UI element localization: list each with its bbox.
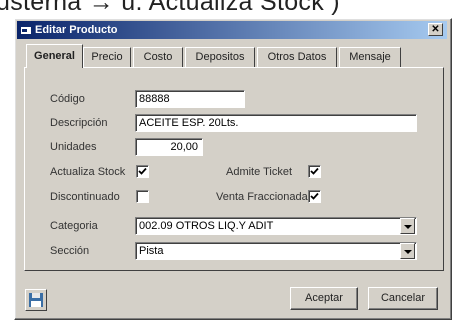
tab-label: Mensaje — [349, 51, 391, 63]
tab-general[interactable]: General — [26, 44, 83, 68]
seccion-select[interactable]: Pista — [135, 242, 417, 260]
chevron-down-icon[interactable] — [400, 243, 415, 259]
accept-button[interactable]: Aceptar — [290, 287, 358, 310]
tab-label: General — [34, 50, 75, 62]
checkmark-icon — [310, 192, 319, 200]
seccion-label: Sección — [50, 245, 90, 257]
unidades-field[interactable]: 20,00 — [135, 138, 203, 156]
seccion-value: Pista — [139, 245, 164, 257]
checkmark-icon — [310, 167, 319, 175]
discontinuado-label: Discontinuado — [50, 191, 120, 203]
admite-ticket-label: Admite Ticket — [226, 166, 293, 178]
venta-fraccionada-label: Venta Fraccionada — [216, 191, 308, 203]
chevron-down-icon[interactable] — [400, 218, 415, 234]
tab-label: Precio — [91, 51, 123, 63]
actualiza-stock-checkbox[interactable] — [136, 165, 149, 178]
codigo-field[interactable]: 88888 — [135, 90, 245, 108]
tab-label: Depositos — [195, 51, 245, 63]
venta-fraccionada-checkbox[interactable] — [308, 190, 321, 203]
descripcion-field[interactable]: ACEITE ESP. 20Lts. — [135, 114, 417, 132]
window-title: Editar Producto — [35, 24, 118, 36]
checkmark-icon — [138, 167, 147, 175]
tab-costo[interactable]: Costo — [133, 47, 183, 67]
tab-label: Costo — [143, 51, 173, 63]
save-button[interactable] — [25, 289, 47, 311]
descripcion-label: Descripción — [50, 117, 108, 129]
actualiza-stock-label: Actualiza Stock — [50, 166, 126, 178]
discontinuado-checkbox[interactable] — [136, 190, 149, 203]
close-icon: ✕ — [431, 24, 440, 35]
floppy-disk-icon — [29, 293, 43, 307]
admite-ticket-checkbox[interactable] — [308, 165, 321, 178]
categoria-label: Categoria — [50, 220, 98, 232]
categoria-value: 002.09 OTROS LIQ.Y ADIT — [139, 220, 274, 232]
tab-otros-datos[interactable]: Otros Datos — [257, 47, 337, 67]
tab-label: Otros Datos — [267, 51, 327, 63]
close-button[interactable]: ✕ — [428, 23, 443, 36]
tab-precio[interactable]: Precio — [83, 47, 131, 67]
unidades-label: Unidades — [50, 141, 97, 153]
app-icon — [21, 27, 31, 34]
codigo-label: Código — [50, 93, 85, 105]
categoria-select[interactable]: 002.09 OTROS LIQ.Y ADIT — [135, 217, 417, 235]
background-caption-text: usterna → u. Actualiza Stock ) — [0, 0, 340, 16]
tab-depositos[interactable]: Depositos — [185, 47, 255, 67]
cancel-button[interactable]: Cancelar — [368, 287, 438, 310]
tab-mensaje[interactable]: Mensaje — [339, 47, 401, 67]
